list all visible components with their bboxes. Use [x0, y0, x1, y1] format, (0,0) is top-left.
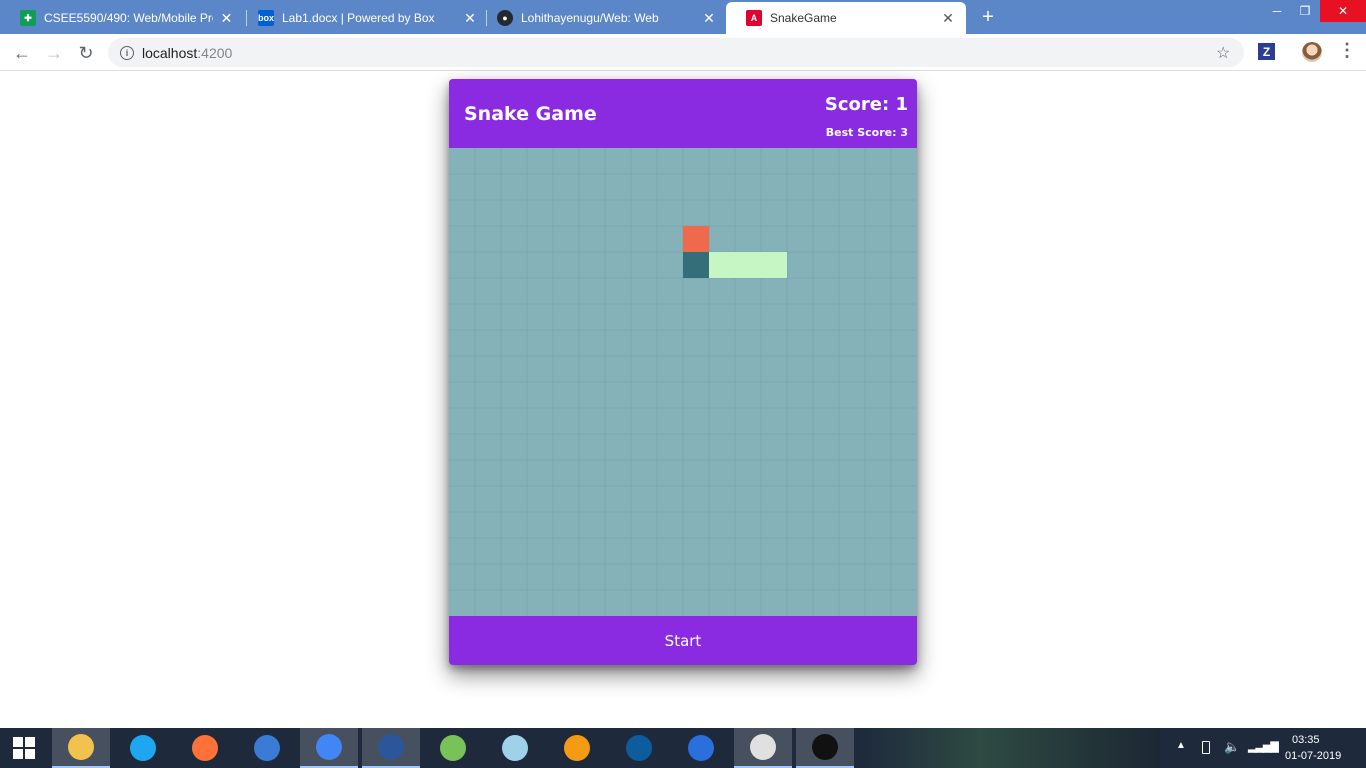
- snake-body-segment: [735, 252, 761, 278]
- battery-icon[interactable]: [1202, 741, 1210, 754]
- new-tab-button[interactable]: +: [977, 6, 999, 28]
- food-cell: [683, 226, 709, 252]
- file-explorer-icon: [68, 734, 94, 760]
- close-icon[interactable]: ✕: [701, 10, 717, 26]
- firefox-icon: [192, 735, 218, 761]
- clock-time[interactable]: 03:35: [1292, 734, 1320, 746]
- tab-github-web[interactable]: ● Lohithayenugu/Web: Web ✕: [477, 2, 727, 34]
- taskbar-app-button[interactable]: [238, 728, 296, 768]
- close-icon[interactable]: ✕: [940, 10, 956, 26]
- browser-tab-strip: ✚ CSEE5590/490: Web/Mobile Prog ✕ box La…: [0, 0, 1366, 34]
- word-icon: [378, 734, 404, 760]
- taskbar-app-button[interactable]: [548, 728, 606, 768]
- bracket-icon: [626, 735, 652, 761]
- app-icon: [254, 735, 280, 761]
- remote-desktop-icon: [688, 735, 714, 761]
- network-icon[interactable]: ▂▃▅▇: [1248, 740, 1279, 753]
- windows-logo-icon: [13, 737, 35, 759]
- browser-toolbar: ← → ↻ i localhost :4200 ☆ Z ⋮: [0, 34, 1366, 71]
- volume-muted-icon[interactable]: 🔈: [1224, 739, 1240, 755]
- tab-title: CSEE5590/490: Web/Mobile Prog: [44, 11, 214, 25]
- webstorm-icon: [812, 734, 838, 760]
- site-info-icon[interactable]: i: [120, 45, 134, 60]
- taskbar-app-button[interactable]: [796, 728, 854, 768]
- angular-icon: A: [746, 10, 762, 26]
- menu-dots-icon[interactable]: ⋮: [1338, 40, 1356, 61]
- taskbar-app-button[interactable]: [300, 728, 358, 768]
- tab-title: Lab1.docx | Powered by Box: [282, 11, 435, 25]
- extension-z-icon[interactable]: Z: [1258, 43, 1275, 60]
- tab-csee5590[interactable]: ✚ CSEE5590/490: Web/Mobile Prog ✕: [0, 2, 244, 34]
- tab-title: Lohithayenugu/Web: Web: [521, 11, 659, 25]
- android-studio-icon: [440, 735, 466, 761]
- windows-start-button[interactable]: [0, 728, 48, 768]
- taskbar-app-button[interactable]: [362, 728, 420, 768]
- taskbar-app-button[interactable]: [176, 728, 234, 768]
- snipping-tool-icon: [750, 734, 776, 760]
- notepad-icon: [502, 735, 528, 761]
- tab-title: SnakeGame: [770, 11, 837, 25]
- game-title: Snake Game: [464, 103, 597, 125]
- snake-body-segment: [761, 252, 787, 278]
- minimize-icon[interactable]: ─: [1262, 0, 1292, 22]
- bookmark-star-icon[interactable]: ☆: [1216, 43, 1230, 63]
- score-display: Score: 1: [824, 94, 908, 115]
- box-icon: box: [258, 10, 274, 26]
- taskbar-app-button[interactable]: [672, 728, 730, 768]
- github-icon: ●: [497, 10, 513, 26]
- tab-snakegame[interactable]: A SnakeGame ✕: [726, 2, 966, 34]
- wheel-icon: [564, 735, 590, 761]
- best-score-display: Best Score: 3: [825, 126, 908, 139]
- close-icon[interactable]: ✕: [462, 10, 478, 26]
- close-icon[interactable]: ✕: [219, 10, 234, 26]
- clock-date[interactable]: 01-07-2019: [1285, 750, 1341, 762]
- game-footer: Start: [449, 616, 917, 665]
- address-bar[interactable]: i localhost :4200: [108, 38, 1244, 67]
- chevron-up-icon[interactable]: ▲: [1176, 740, 1186, 751]
- taskbar-app-button[interactable]: [610, 728, 668, 768]
- taskbar-app-button[interactable]: [114, 728, 172, 768]
- profile-avatar[interactable]: [1302, 42, 1322, 62]
- system-tray: ▲ 🔈 ▂▃▅▇ 03:35 01-07-2019: [1176, 728, 1366, 768]
- restore-icon[interactable]: ❐: [1290, 0, 1320, 22]
- reload-icon[interactable]: ↻: [74, 41, 98, 65]
- windows-taskbar: ▲ 🔈 ▂▃▅▇ 03:35 01-07-2019: [0, 728, 1366, 768]
- address-port: :4200: [197, 44, 233, 61]
- game-board: [449, 148, 917, 616]
- google-sheets-icon: ✚: [20, 10, 36, 26]
- taskbar-app-button[interactable]: [52, 728, 110, 768]
- taskbar-app-button[interactable]: [424, 728, 482, 768]
- address-host: localhost: [142, 44, 198, 61]
- start-button[interactable]: Start: [449, 616, 917, 665]
- snake-game-card: Snake Game Score: 1 Best Score: 3 Start: [449, 79, 917, 665]
- taskbar-app-button[interactable]: [486, 728, 544, 768]
- tab-lab1-docx[interactable]: box Lab1.docx | Powered by Box ✕: [238, 2, 488, 34]
- taskbar-app-button[interactable]: [734, 728, 792, 768]
- game-header: Snake Game Score: 1 Best Score: 3: [449, 79, 917, 148]
- chrome-icon: [316, 734, 342, 760]
- taskbar-wallpaper: [860, 728, 1160, 768]
- forward-arrow-icon[interactable]: →: [42, 41, 66, 65]
- window-close-icon[interactable]: ✕: [1320, 0, 1366, 22]
- snake-body-segment: [709, 252, 735, 278]
- snake-head: [683, 252, 709, 278]
- back-arrow-icon[interactable]: ←: [10, 41, 34, 65]
- internet-explorer-icon: [130, 735, 156, 761]
